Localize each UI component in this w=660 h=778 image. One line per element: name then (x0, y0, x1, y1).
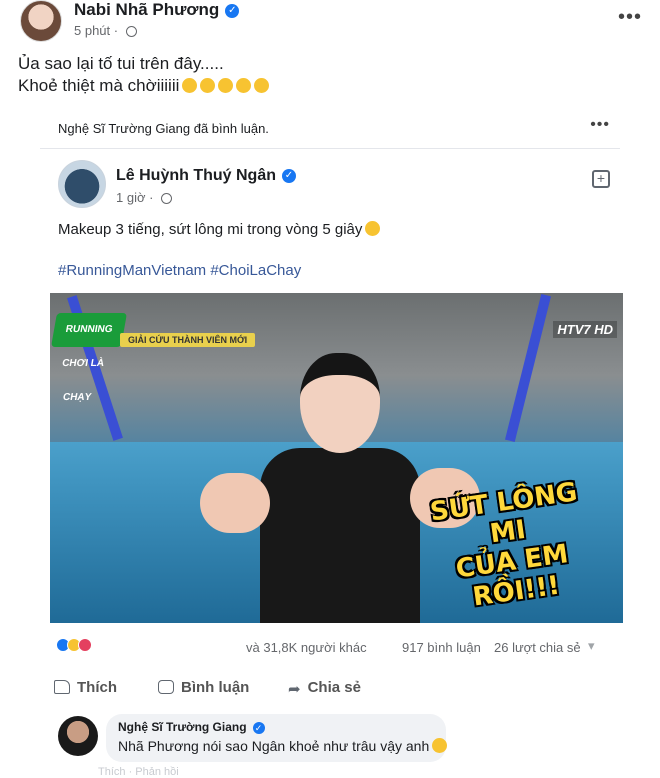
thumbs-up-icon (54, 680, 70, 694)
post-text-line2-content: Khoẻ thiệt mà chờiiiiii (18, 76, 180, 95)
smile-emoji-icon (432, 738, 448, 753)
wink-emoji-icon (365, 221, 381, 236)
post-author[interactable]: Nabi Nhã Phương ✓ (74, 0, 240, 20)
verified-badge-icon: ✓ (282, 168, 296, 183)
hashtags: #RunningManVietnam #ChoiLaChay (58, 262, 301, 279)
comment-text-content: Nhã Phương nói sao Ngân khoẻ như trâu vậ… (118, 738, 430, 754)
comment-label: Bình luận (181, 679, 250, 696)
share-button[interactable]: ➦ Chia sẻ (288, 679, 361, 698)
reactions-bar: và 31,8K người khác 917 bình luận 26 lượ… (56, 638, 616, 658)
comment-author[interactable]: Nghệ Sĩ Trường Giang ✓ (118, 720, 265, 734)
verified-badge-icon: ✓ (225, 3, 240, 18)
shared-post-header: Nghệ Sĩ Trường Giang đã bình luận. ••• (40, 108, 620, 149)
person-hand (200, 473, 270, 533)
speech-bubble-icon (158, 680, 174, 694)
woman-in-pool (200, 333, 480, 623)
more-options-icon[interactable]: ••• (618, 6, 642, 29)
share-label: Chia sẻ (307, 679, 361, 696)
inner-author[interactable]: Lê Huỳnh Thuý Ngân ✓ (116, 167, 296, 185)
comment-notice: Nghệ Sĩ Trường Giang đã bình luận. (58, 121, 269, 136)
action-bar: Thích Bình luận ➦ Chia sẻ (40, 673, 620, 705)
hashtag-link[interactable]: #RunningManVietnam (58, 262, 206, 279)
inner-author-name[interactable]: Lê Huỳnh Thuý Ngân (116, 167, 276, 184)
post-text-line2: Khoẻ thiệt mà chờiiiiii (18, 75, 270, 97)
reaction-count[interactable]: và 31,8K người khác (246, 640, 367, 655)
post-text-line1: Ủa sao lại tố tui trên đây..... (18, 54, 224, 73)
channel-logo: HTV7 HD (553, 321, 617, 338)
inner-post-text: Makeup 3 tiếng, sứt lông mi trong vòng 5… (58, 221, 381, 238)
globe-icon (125, 26, 137, 38)
video-banner: GIẢI CỨU THÀNH VIÊN MỚI (120, 333, 256, 347)
video-thumbnail[interactable]: RUNNING CHƠI LÀ CHẠY GIẢI CỨU THÀNH VIÊN… (50, 293, 623, 623)
verified-badge-icon: ✓ (252, 721, 265, 734)
sad-face-emoji-icon (254, 78, 270, 93)
comment-avatar[interactable] (58, 716, 98, 756)
like-button[interactable]: Thích (54, 679, 117, 696)
post-header: Nabi Nhã Phương ✓ 5 phút · ••• (14, 0, 646, 44)
post-meta: 5 phút · (74, 23, 137, 38)
shared-more-options-icon[interactable]: ••• (590, 116, 610, 134)
person-face (300, 353, 380, 453)
sad-face-emoji-icon (236, 78, 252, 93)
scene-structure (505, 294, 551, 442)
hashtag-link[interactable]: #ChoiLaChay (210, 262, 301, 279)
post-time[interactable]: 5 phút (74, 23, 110, 38)
avatar[interactable] (20, 0, 62, 42)
shares-count[interactable]: 26 lượt chia sẻ (494, 640, 581, 655)
show-logo: RUNNING CHƠI LÀ CHẠY (51, 313, 127, 403)
inner-avatar[interactable] (58, 160, 106, 208)
sad-face-emoji-icon (200, 78, 216, 93)
inner-meta: 1 giờ · (116, 190, 173, 205)
comment-actions-faded[interactable]: Thích · Phản hồi (98, 766, 179, 778)
love-reaction-icon[interactable] (78, 638, 92, 652)
comment: Nghệ Sĩ Trường Giang ✓ Nhã Phương nói sao… (58, 714, 618, 764)
person-body (260, 448, 420, 623)
shared-post: Nghệ Sĩ Trường Giang đã bình luận. ••• L… (40, 108, 623, 778)
inner-post-header: Lê Huỳnh Thuý Ngân ✓ 1 giờ · + (58, 160, 618, 210)
save-bookmark-icon[interactable]: + (592, 170, 610, 188)
inner-time[interactable]: 1 giờ (116, 190, 146, 205)
sad-face-emoji-icon (182, 78, 198, 93)
like-label: Thích (77, 679, 117, 696)
menu-caret-icon[interactable]: ▾ (588, 638, 595, 654)
share-arrow-icon: ➦ (288, 681, 301, 698)
inner-post-text-content: Makeup 3 tiếng, sứt lông mi trong vòng 5… (58, 221, 363, 238)
globe-icon (161, 193, 173, 205)
comments-count[interactable]: 917 bình luận (402, 640, 481, 655)
sad-face-emoji-icon (218, 78, 234, 93)
comment-bubble: Nghệ Sĩ Trường Giang ✓ Nhã Phương nói sao… (106, 714, 448, 762)
comment-button[interactable]: Bình luận (158, 679, 249, 696)
comment-text: Nhã Phương nói sao Ngân khoẻ như trâu vậ… (118, 738, 448, 754)
comment-author-name[interactable]: Nghệ Sĩ Trường Giang (118, 720, 247, 734)
post-text: Ủa sao lại tố tui trên đây..... Khoẻ thi… (18, 53, 270, 97)
post-author-name[interactable]: Nabi Nhã Phương (74, 0, 219, 19)
